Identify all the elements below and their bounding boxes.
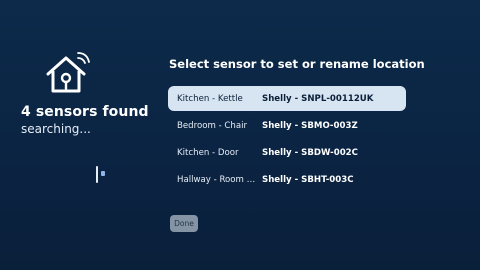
sensor-device-id: Shelly - SBMO-003Z — [262, 120, 358, 131]
sensor-row-hallway-room-temperature[interactable]: Hallway - Room Temperature Shelly - SBHT… — [168, 167, 406, 192]
sensor-location: Hallway - Room Temperature — [177, 174, 259, 185]
sensor-device-id: Shelly - SBHT-003C — [262, 174, 354, 185]
sensor-row-bedroom-chair[interactable]: Bedroom - Chair Shelly - SBMO-003Z — [168, 113, 406, 138]
sensor-location: Bedroom - Chair — [177, 120, 248, 131]
sensor-device-id: Shelly - SBDW-002C — [262, 147, 358, 158]
sensors-found-title: 4 sensors found — [21, 104, 149, 120]
sensor-location: Kitchen - Kettle — [177, 93, 243, 104]
loading-spinner-icon — [96, 166, 108, 184]
sensor-row-kitchen-door[interactable]: Kitchen - Door Shelly - SBDW-002C — [168, 140, 406, 165]
sensor-setup-screen: 4 sensors found searching... Select sens… — [0, 0, 480, 270]
sensor-location: Kitchen - Door — [177, 147, 239, 158]
searching-status: searching... — [21, 122, 91, 136]
smart-home-icon — [42, 52, 90, 96]
page-title: Select sensor to set or rename location — [169, 57, 425, 71]
sensor-list: Kitchen - Kettle Shelly - SNPL-00112UK B… — [168, 86, 406, 194]
spinner-bar — [96, 166, 98, 183]
sensor-device-id: Shelly - SNPL-00112UK — [262, 93, 374, 104]
spinner-dot — [101, 171, 105, 176]
done-button[interactable]: Done — [170, 215, 198, 232]
sensor-row-kitchen-kettle[interactable]: Kitchen - Kettle Shelly - SNPL-00112UK — [168, 86, 406, 111]
